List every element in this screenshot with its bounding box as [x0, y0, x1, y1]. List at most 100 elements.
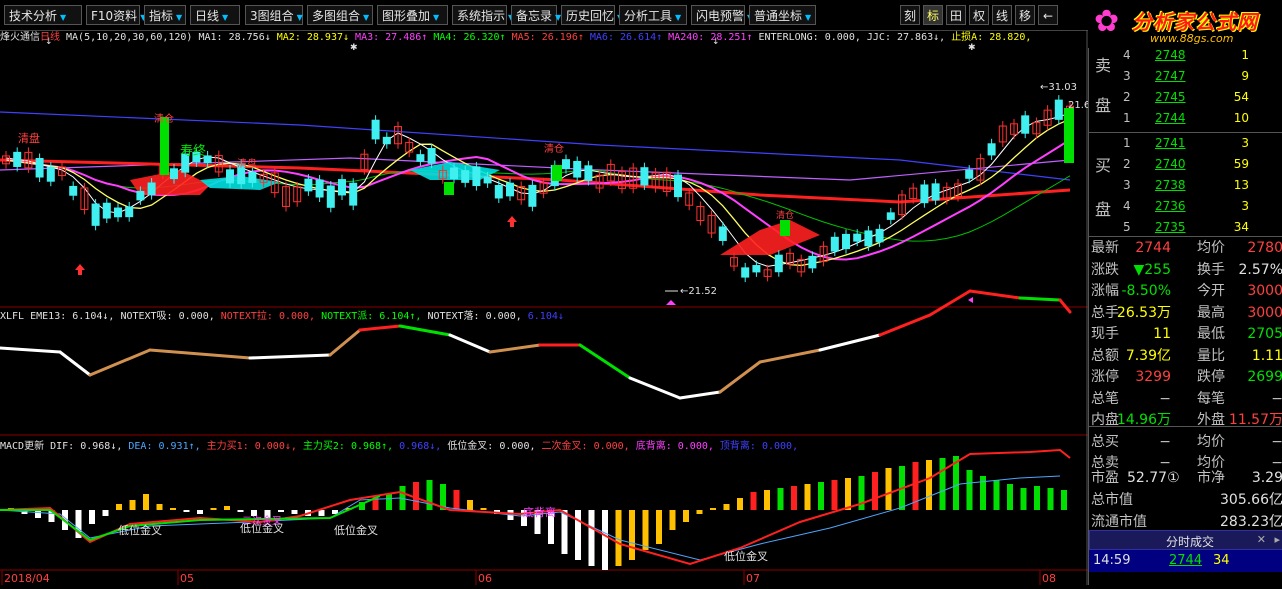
annotation-label: 低位金叉: [724, 549, 768, 563]
triangle-marker-icon: [968, 297, 973, 303]
candle-body: [304, 178, 313, 192]
toolbar-item-label: F10资料: [91, 9, 138, 23]
quote-label: 均价: [1197, 433, 1225, 450]
toolbar-right-button-4[interactable]: 线: [992, 5, 1012, 25]
sell-row[interactable]: 2 2745 54: [1089, 90, 1282, 110]
toolbar-right-button-3[interactable]: 权: [969, 5, 989, 25]
macd-bar: [629, 510, 635, 560]
toolbar-item-10[interactable]: 分析工具 ▼: [619, 5, 687, 25]
toolbar-item-11[interactable]: 闪电预警▼: [691, 5, 753, 25]
toolbar-item-9[interactable]: 历史回忆▼: [561, 5, 623, 25]
indicator-key: DIF:: [50, 441, 81, 452]
main-panel-header: 烽火通信日线 MA(5,10,20,30,60,120) MA1: 28.756…: [0, 28, 1031, 43]
quote-value: 2780: [1247, 240, 1282, 256]
macd-bar: [1034, 486, 1040, 510]
indicator-key: MA4:: [433, 32, 464, 43]
candle-body: [886, 212, 895, 220]
toolbar-item-2[interactable]: 指标 ▼: [144, 5, 186, 25]
indicator-key: NOTEXT吸:: [120, 311, 179, 322]
quote-value: 2705: [1247, 326, 1282, 342]
xlfl-line-segment: [1058, 298, 1072, 314]
sell-row[interactable]: 1 2744 10: [1089, 111, 1282, 131]
triangle-down-icon: ▼: [176, 13, 183, 22]
fund-value: 283.23亿: [1220, 514, 1282, 530]
indicator-key: MA1:: [198, 32, 229, 43]
toolbar-item-3[interactable]: 日线 ▼: [190, 5, 240, 25]
fund-label: 总市值: [1091, 492, 1133, 508]
tab-tick-trades[interactable]: 分时成交 ✕ ▸: [1089, 530, 1282, 550]
indicator-value: 0.931↑,: [158, 441, 207, 452]
toolbar-item-8[interactable]: 备忘录 ▼: [511, 5, 561, 25]
buy-level: 1: [1123, 136, 1131, 150]
top-toolbar: 技术分析▼F10资料▼指标▼日线▼3图组合▼多图组合▼图形叠加▼系统指示▼备忘录…: [0, 0, 1088, 31]
quote-value: ▼255: [1133, 261, 1172, 278]
macd-bar: [723, 504, 730, 510]
candle-body: [461, 170, 470, 183]
indicator-key: 顶背离:: [719, 441, 762, 452]
quote-label: 外盘: [1197, 412, 1225, 428]
toolbar-item-label: 多图组合: [312, 9, 361, 23]
toolbar-right-button-6[interactable]: ←: [1038, 5, 1058, 25]
buy-level: 3: [1123, 178, 1131, 192]
quote-label: 涨停: [1091, 369, 1119, 385]
candle-body: [1054, 99, 1063, 120]
xlfl-line-segment: [968, 289, 1022, 300]
low-price-label: ←21.52: [680, 286, 717, 297]
indicator-key: JJC:: [866, 32, 897, 43]
toolbar-right-button-5[interactable]: 移: [1015, 5, 1035, 25]
sell-price: 2745: [1155, 90, 1186, 104]
toolbar-item-6[interactable]: 图形叠加 ▼: [377, 5, 448, 25]
more-icon[interactable]: ▸: [1274, 533, 1280, 546]
toolbar-item-0[interactable]: 技术分析 ▼: [4, 5, 82, 25]
quote-label: 每笔: [1197, 390, 1225, 407]
xlfl-line-segment: [398, 324, 452, 337]
quote-label: 内盘: [1091, 412, 1119, 428]
sell-row[interactable]: 4 2748 1: [1089, 48, 1282, 68]
candle-body: [427, 148, 436, 164]
indicator-value: 26.614↑: [620, 32, 669, 43]
macd-bar: [386, 494, 392, 510]
candle-body: [830, 236, 839, 252]
indicator-key: 低位金叉:: [447, 441, 500, 452]
quote-label: 跌停: [1197, 369, 1225, 385]
macd-bar: [170, 508, 176, 510]
macd-bar: [183, 510, 190, 512]
xlfl-panel-header: XLFL EME13: 6.104↓, NOTEXT吸: 0.000, NOTE…: [0, 307, 564, 322]
macd-bar: [872, 472, 878, 510]
macd-bar: [818, 482, 824, 510]
up-arrow-icon: [507, 216, 517, 227]
macd-bar: [939, 458, 946, 510]
macd-bar: [480, 508, 487, 510]
buy-row[interactable]: 3 2738 13: [1089, 178, 1282, 198]
sell-row[interactable]: 3 2747 9: [1089, 69, 1282, 89]
macd-bar: [89, 510, 95, 524]
divider: [1089, 426, 1282, 427]
pe-value: 52.77①: [1127, 470, 1180, 486]
toolbar-right-button-2[interactable]: 田: [946, 5, 966, 25]
indicator-key: NOTEXT派:: [321, 311, 380, 322]
toolbar-item-label: 普通坐标: [754, 9, 803, 23]
buy-row[interactable]: 1 2741 3: [1089, 136, 1282, 156]
xlfl-line-segment: [628, 376, 682, 400]
toolbar-item-5[interactable]: 多图组合 ▼: [307, 5, 373, 25]
close-icon[interactable]: ✕: [1257, 533, 1266, 546]
toolbar-item-7[interactable]: 系统指示▼: [452, 5, 514, 25]
quote-value: 2744: [1135, 240, 1171, 256]
buy-row[interactable]: 4 2736 3: [1089, 199, 1282, 219]
toolbar-right-button-1[interactable]: 标: [923, 5, 943, 25]
triangle-marker-icon: [666, 300, 676, 305]
toolbar-item-1[interactable]: F10资料▼: [86, 5, 146, 25]
indicator-value: 26.320↑: [463, 32, 512, 43]
toolbar-right-button-0[interactable]: 刻: [900, 5, 920, 25]
sell-level: 4: [1123, 48, 1131, 62]
quote-label: 最新: [1091, 240, 1119, 256]
buy-row[interactable]: 2 2740 59: [1089, 157, 1282, 177]
buy-volume: 34: [1233, 220, 1249, 234]
candle-body: [640, 167, 649, 186]
indicator-value: 27.863↓,: [897, 32, 952, 43]
buy-volume: 3: [1241, 199, 1249, 213]
buy-level: 2: [1123, 157, 1131, 171]
toolbar-item-4[interactable]: 3图组合 ▼: [245, 5, 303, 25]
toolbar-item-12[interactable]: 普通坐标 ▼: [749, 5, 816, 25]
buy-row[interactable]: 5 2735 34: [1089, 220, 1282, 240]
